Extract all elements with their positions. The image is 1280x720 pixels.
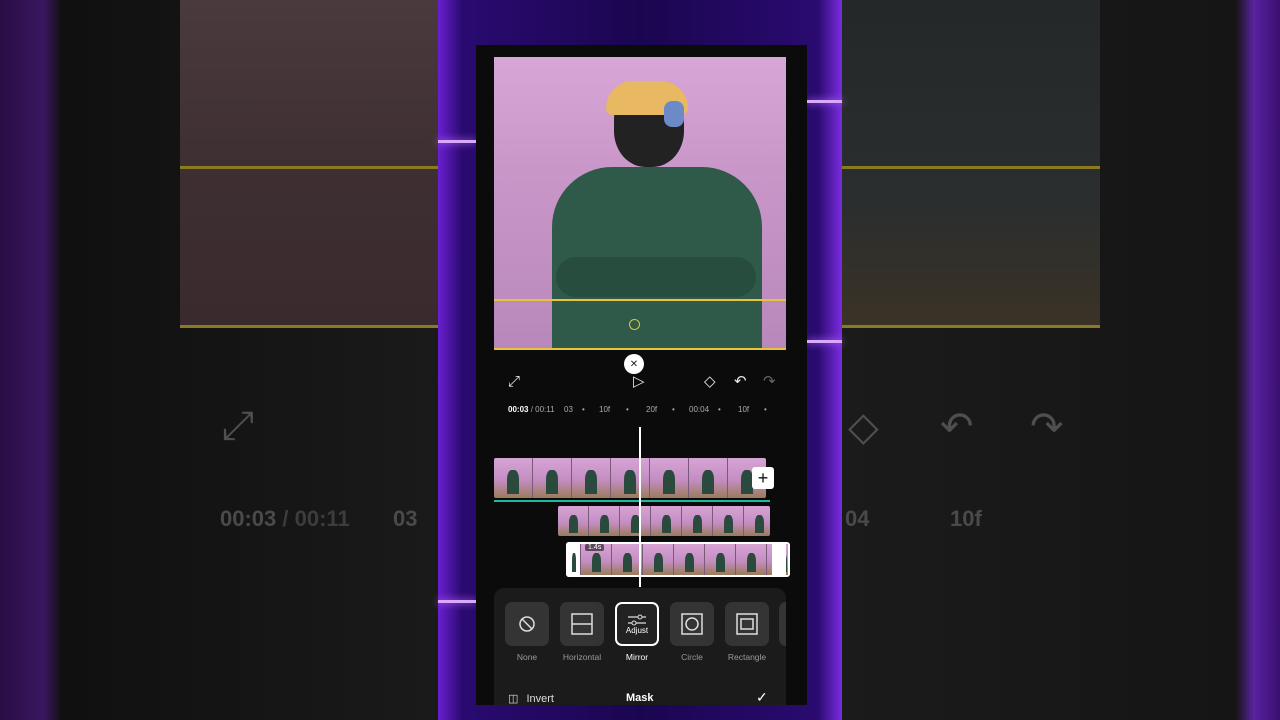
background-expand-icon: ⤢ (222, 404, 254, 448)
mask-line-bottom[interactable] (494, 348, 786, 350)
adjust-label[interactable]: Adjust (626, 626, 648, 635)
ruler-dot: • (718, 405, 721, 414)
time-current: 00:03 / 00:11 (508, 405, 555, 414)
fullscreen-icon[interactable]: ⤢ (508, 373, 520, 390)
checkmark-icon[interactable]: ✓ (756, 689, 768, 705)
mask-footer: ◫ Invert Mask ✓ (494, 688, 786, 705)
mask-option-more[interactable] (779, 602, 786, 646)
clip-trim-handle-right[interactable] (772, 542, 786, 577)
ruler-mark: 03 (564, 405, 573, 414)
background-frame-marker: 04 (845, 506, 870, 531)
panel-title: Mask (626, 692, 654, 704)
ruler-dot: • (626, 405, 629, 414)
background-mask-line (180, 325, 438, 328)
background-undo-icon: ↶ (940, 405, 974, 449)
phone-screen: ✕ ⤢ ▷ ◇ ↶ ↷ 00:03 / 00:11 03 • 10f • 20f… (476, 45, 807, 705)
ruler-dot: • (582, 405, 585, 414)
background-frame-label: 10f (950, 506, 982, 531)
figure-headphones (664, 101, 684, 127)
ruler-dot: • (672, 405, 675, 414)
background-keyframe-icon: ◇ (848, 405, 879, 449)
mask-option-rectangle[interactable]: Rectangle (724, 602, 770, 662)
play-icon[interactable]: ▷ (633, 372, 645, 390)
background-time: 00:03 / 00:11 (220, 506, 350, 531)
glow-streak (438, 140, 476, 143)
ruler-mark: 20f (646, 405, 658, 414)
overlay-track-1[interactable] (558, 506, 770, 536)
mirror-mask-icon: Adjust (615, 602, 659, 646)
glow-streak (807, 100, 842, 103)
mask-option-circle[interactable]: Circle (669, 602, 715, 662)
figure-arms (556, 257, 756, 297)
main-track-indicator (494, 500, 770, 502)
ruler-dot: • (764, 405, 767, 414)
background-mask-line (842, 325, 1100, 328)
background-mask-line (842, 166, 1100, 169)
time-ruler[interactable]: 00:03 / 00:11 03 • 10f • 20f • 00:04 • 1… (494, 403, 786, 417)
add-clip-button[interactable]: + (752, 467, 774, 489)
horizontal-mask-icon (560, 602, 604, 646)
background-frame-marker: 03 (393, 506, 418, 531)
mask-option-horizontal[interactable]: Horizontal (559, 602, 605, 662)
background-mask-line (180, 166, 438, 169)
background-video-right (842, 0, 1100, 328)
circle-mask-icon (670, 602, 714, 646)
invert-button[interactable]: ◫ Invert (508, 692, 554, 705)
redo-icon[interactable]: ↷ (763, 372, 776, 390)
keyframe-add-icon[interactable]: ◇ (704, 372, 716, 390)
clip-duration-badge: 1.4s (585, 544, 605, 551)
invert-icon: ◫ (508, 693, 519, 705)
glow-streak (807, 340, 842, 343)
background-video-left (180, 0, 438, 328)
undo-icon[interactable]: ↶ (734, 372, 747, 390)
background-redo-icon: ↷ (1030, 405, 1064, 449)
ruler-mark: 00:04 (689, 405, 710, 414)
mask-panel: None Horizontal Adjust Mirror Circle Rec… (494, 588, 786, 705)
mask-line-top[interactable] (494, 299, 786, 301)
playhead[interactable] (639, 427, 641, 587)
mask-option-none[interactable]: None (504, 602, 550, 662)
main-video-track[interactable] (494, 458, 766, 498)
ruler-mark: 10f (599, 405, 611, 414)
rectangle-mask-icon (725, 602, 769, 646)
glow-streak (438, 600, 476, 603)
mask-center-handle[interactable] (629, 319, 640, 330)
none-icon (505, 602, 549, 646)
video-preview[interactable] (494, 57, 786, 349)
ruler-mark: 10f (738, 405, 750, 414)
collapse-icon[interactable]: ✕ (624, 354, 644, 374)
mask-option-mirror[interactable]: Adjust Mirror (614, 602, 660, 662)
